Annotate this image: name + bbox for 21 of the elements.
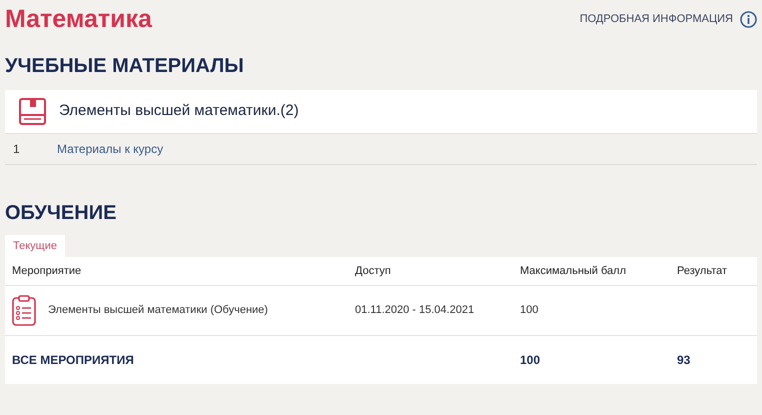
section-heading: УЧЕБНЫЕ МАТЕРИАЛЫ (5, 54, 245, 79)
page-title: Математика (5, 6, 152, 32)
total-max-score: 100 (520, 353, 540, 367)
row-number: 1 (12, 141, 21, 158)
tab[interactable]: Текущие (5, 235, 65, 257)
event-name: Элементы высшей математики (Обучение) (48, 303, 268, 318)
info-icon (740, 10, 757, 28)
access-dates: 01.11.2020 - 15.04.2021 (355, 304, 474, 316)
book-icon (19, 98, 46, 125)
info-link[interactable]: ПОДРОБНАЯ ИНФОРМАЦИЯ (580, 10, 757, 28)
course-title: Элементы высшей математики.(2) (59, 101, 299, 122)
section-heading: ОБУЧЕНИЕ (5, 201, 118, 226)
column-header: Доступ (355, 264, 391, 277)
column-header: Результат (677, 264, 728, 277)
max-score: 100 (520, 304, 538, 316)
checklist-icon (12, 295, 36, 326)
material-link[interactable]: Материалы к курсу (57, 140, 164, 158)
total-label: ВСЕ МЕРОПРИЯТИЯ (12, 353, 134, 367)
column-header: Максимальный балл (520, 264, 626, 277)
column-header: Мероприятие (12, 264, 82, 277)
total-result: 93 (677, 353, 690, 367)
